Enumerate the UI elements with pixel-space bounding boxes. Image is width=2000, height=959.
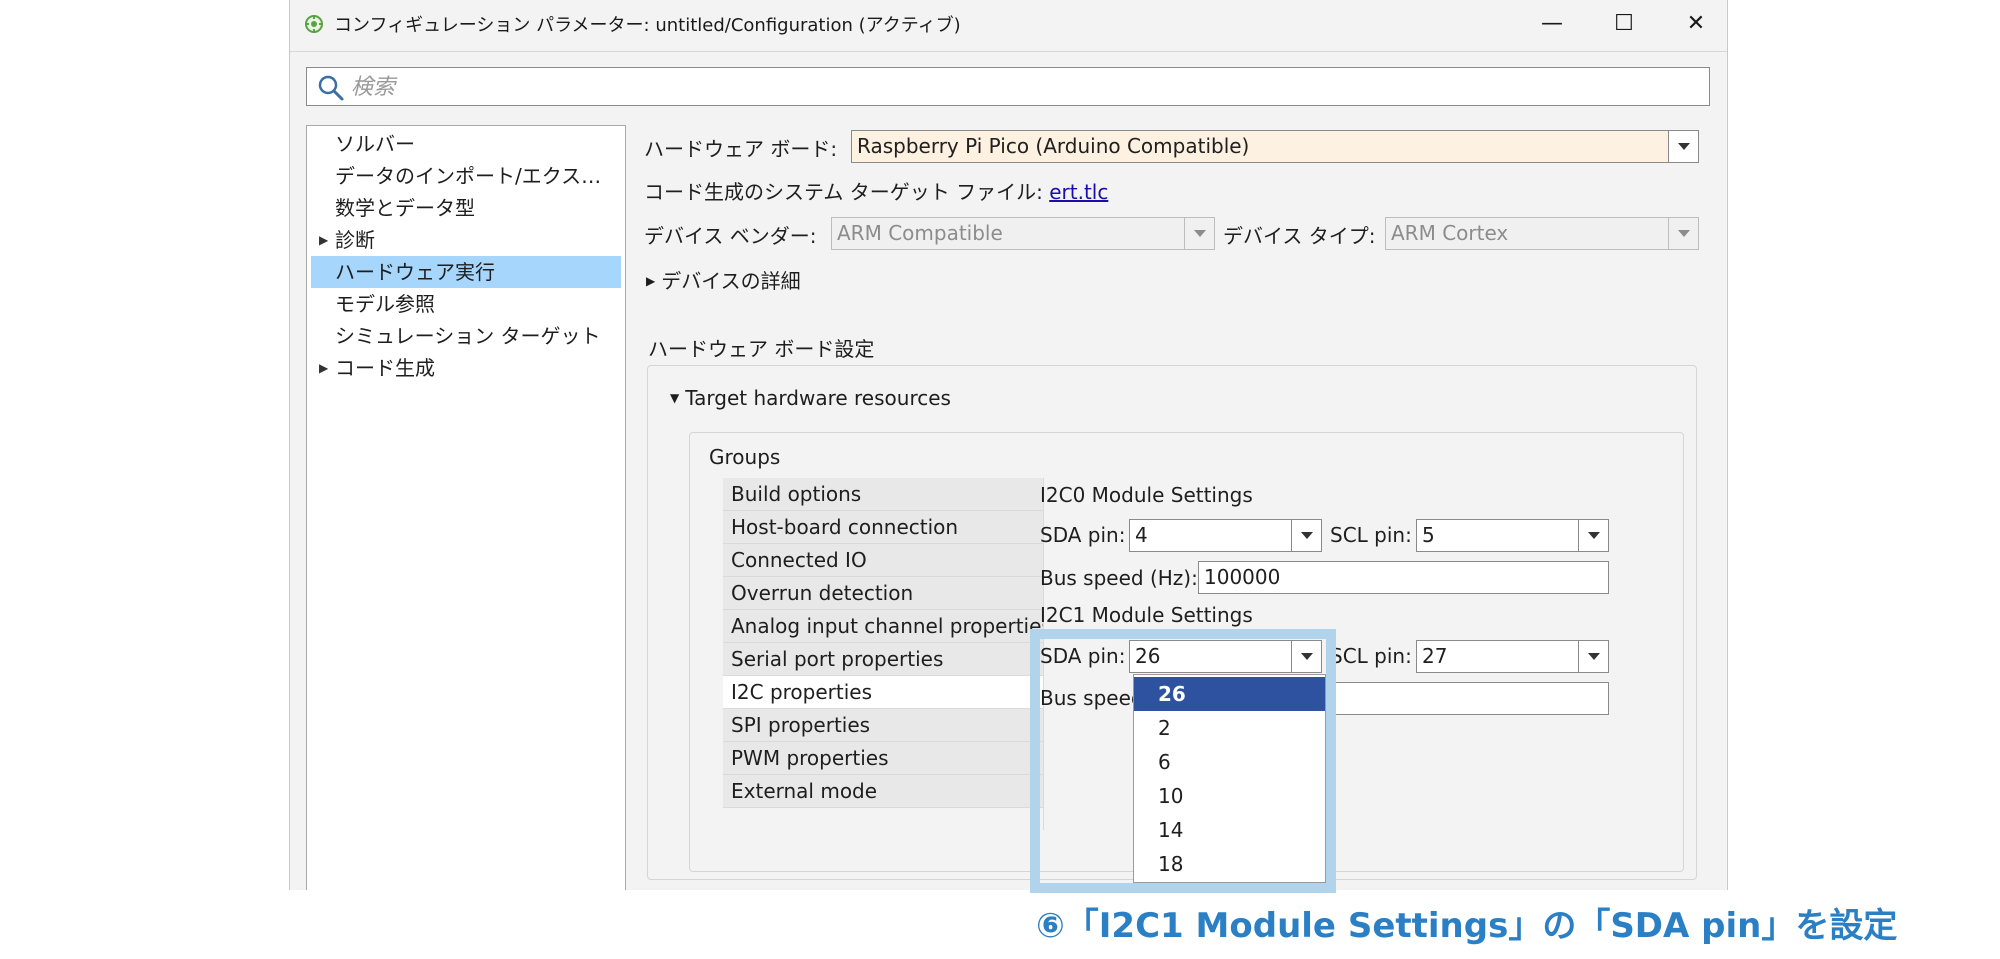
i2c1-scl-select[interactable]: 27 <box>1416 640 1609 673</box>
group-item-build-options[interactable]: Build options <box>723 478 1055 511</box>
i2c0-sda-value: 4 <box>1135 523 1148 547</box>
chevron-down-icon <box>1184 218 1214 249</box>
nav-item-label: データのインポート/エクス… <box>335 164 602 188</box>
nav-item-label: モデル参照 <box>335 292 435 316</box>
expand-arrow-icon: ▶ <box>646 274 656 288</box>
dropdown-option[interactable]: 18 <box>1134 847 1325 881</box>
device-vendor-select: ARM Compatible <box>831 217 1215 250</box>
search-icon <box>318 75 344 101</box>
chevron-down-icon[interactable] <box>1668 131 1698 162</box>
group-item-spi[interactable]: SPI properties <box>723 709 1055 742</box>
nav-item-label: シミュレーション ターゲット <box>335 324 601 348</box>
i2c0-scl-select[interactable]: 5 <box>1416 519 1609 552</box>
device-details-label: デバイスの詳細 <box>661 269 801 293</box>
nav-item-hardware-implementation[interactable]: ハードウェア実行 <box>311 256 621 288</box>
dropdown-option[interactable]: 6 <box>1134 745 1325 779</box>
nav-item-label: 数学とデータ型 <box>335 196 475 220</box>
i2c0-scl-value: 5 <box>1422 523 1435 547</box>
device-type-value: ARM Cortex <box>1391 221 1509 245</box>
i2c0-scl-label: SCL pin: <box>1330 523 1412 547</box>
dropdown-option-selected[interactable]: 26 <box>1134 677 1325 711</box>
group-item-analog-input[interactable]: Analog input channel properties <box>723 610 1055 643</box>
device-details-toggle[interactable]: ▶ デバイスの詳細 <box>646 265 801 294</box>
i2c1-scl-value: 27 <box>1422 644 1448 668</box>
sda-pin-dropdown-list[interactable]: 26 2 6 10 14 18 <box>1133 674 1326 883</box>
target-resources-toggle[interactable]: ▼ Target hardware resources <box>670 386 951 410</box>
i2c0-sda-label: SDA pin: <box>1040 523 1126 547</box>
chevron-down-icon <box>1668 218 1698 249</box>
i2c0-bus-speed-label: Bus speed (Hz): <box>1040 566 1198 590</box>
hardware-board-value: Raspberry Pi Pico (Arduino Compatible) <box>857 134 1250 158</box>
chevron-down-icon[interactable] <box>1291 520 1321 551</box>
window-title: コンフィギュレーション パラメーター: untitled/Configurati… <box>334 15 961 36</box>
group-item-external-mode[interactable]: External mode <box>723 775 1055 808</box>
nav-item-label: コード生成 <box>335 356 435 380</box>
nav-item-label: ハードウェア実行 <box>335 260 495 284</box>
group-item-overrun-detection[interactable]: Overrun detection <box>723 577 1055 610</box>
nav-item-simulation-target[interactable]: シミュレーション ターゲット <box>311 320 621 352</box>
device-vendor-label: デバイス ベンダー: <box>644 224 817 248</box>
group-item-i2c[interactable]: I2C properties <box>723 676 1055 709</box>
target-file-label: コード生成のシステム ターゲット ファイル: ert.tlc <box>644 176 1108 205</box>
target-file-link[interactable]: ert.tlc <box>1049 180 1108 204</box>
i2c1-bus-speed-label: Bus speed <box>1040 686 1144 710</box>
target-file-text: コード生成のシステム ターゲット ファイル: <box>644 180 1043 204</box>
groups-label: Groups <box>707 445 783 469</box>
category-tree: ソルバー データのインポート/エクス… 数学とデータ型 ▶ 診断 ハードウェア実行… <box>306 125 626 890</box>
nav-item-label: ソルバー <box>335 132 415 156</box>
chevron-down-icon[interactable] <box>1578 641 1608 672</box>
nav-item-code-generation[interactable]: ▶ コード生成 <box>311 352 621 384</box>
annotation-caption: ⑥「I2C1 Module Settings」の「SDA pin」を設定 <box>1036 906 1898 946</box>
dropdown-option[interactable]: 2 <box>1134 711 1325 745</box>
expand-arrow-icon[interactable]: ▶ <box>319 224 328 256</box>
board-settings-title: ハードウェア ボード設定 <box>648 337 875 361</box>
hardware-board-label: ハードウェア ボード: <box>644 137 838 161</box>
maximize-button[interactable]: ☐ <box>1596 6 1652 42</box>
i2c0-title: I2C0 Module Settings <box>1040 483 1253 507</box>
search-input[interactable] <box>351 72 1691 102</box>
device-type-label: デバイス タイプ: <box>1223 224 1376 248</box>
close-button[interactable]: ✕ <box>1668 6 1724 42</box>
nav-item-math-data-types[interactable]: 数学とデータ型 <box>311 192 621 224</box>
nav-item-diagnostics[interactable]: ▶ 診断 <box>311 224 621 256</box>
i2c1-sda-value: 26 <box>1135 644 1161 668</box>
groups-list: Build options Host-board connection Conn… <box>723 478 1055 830</box>
group-item-serial-port[interactable]: Serial port properties <box>723 643 1055 676</box>
nav-item-data-import-export[interactable]: データのインポート/エクス… <box>311 160 621 192</box>
device-vendor-value: ARM Compatible <box>837 221 1003 245</box>
nav-item-solver[interactable]: ソルバー <box>311 128 621 160</box>
i2c1-sda-select[interactable]: 26 <box>1129 640 1322 673</box>
group-item-host-board-connection[interactable]: Host-board connection <box>723 511 1055 544</box>
i2c0-sda-select[interactable]: 4 <box>1129 519 1322 552</box>
nav-item-label: 診断 <box>335 228 375 252</box>
collapse-arrow-icon: ▼ <box>670 391 680 405</box>
simulink-app-icon <box>305 15 323 33</box>
dropdown-option[interactable]: 10 <box>1134 779 1325 813</box>
title-bar: コンフィギュレーション パラメーター: untitled/Configurati… <box>290 0 1727 48</box>
i2c1-sda-label: SDA pin: <box>1040 644 1126 668</box>
i2c0-bus-speed-field[interactable]: 100000 <box>1198 561 1609 594</box>
group-item-connected-io[interactable]: Connected IO <box>723 544 1055 577</box>
i2c1-title: I2C1 Module Settings <box>1040 603 1253 627</box>
i2c0-bus-speed-value: 100000 <box>1204 565 1281 589</box>
i2c1-scl-label: SCL pin: <box>1330 644 1412 668</box>
hardware-board-select[interactable]: Raspberry Pi Pico (Arduino Compatible) <box>851 130 1699 163</box>
search-box[interactable] <box>306 67 1710 106</box>
expand-arrow-icon[interactable]: ▶ <box>319 352 328 384</box>
target-resources-label: Target hardware resources <box>685 386 951 410</box>
nav-item-model-referencing[interactable]: モデル参照 <box>311 288 621 320</box>
device-type-select: ARM Cortex <box>1385 217 1699 250</box>
group-item-pwm[interactable]: PWM properties <box>723 742 1055 775</box>
chevron-down-icon[interactable] <box>1291 641 1321 672</box>
chevron-down-icon[interactable] <box>1578 520 1608 551</box>
title-divider <box>290 51 1727 52</box>
dropdown-option[interactable]: 14 <box>1134 813 1325 847</box>
minimize-button[interactable]: — <box>1524 6 1580 42</box>
